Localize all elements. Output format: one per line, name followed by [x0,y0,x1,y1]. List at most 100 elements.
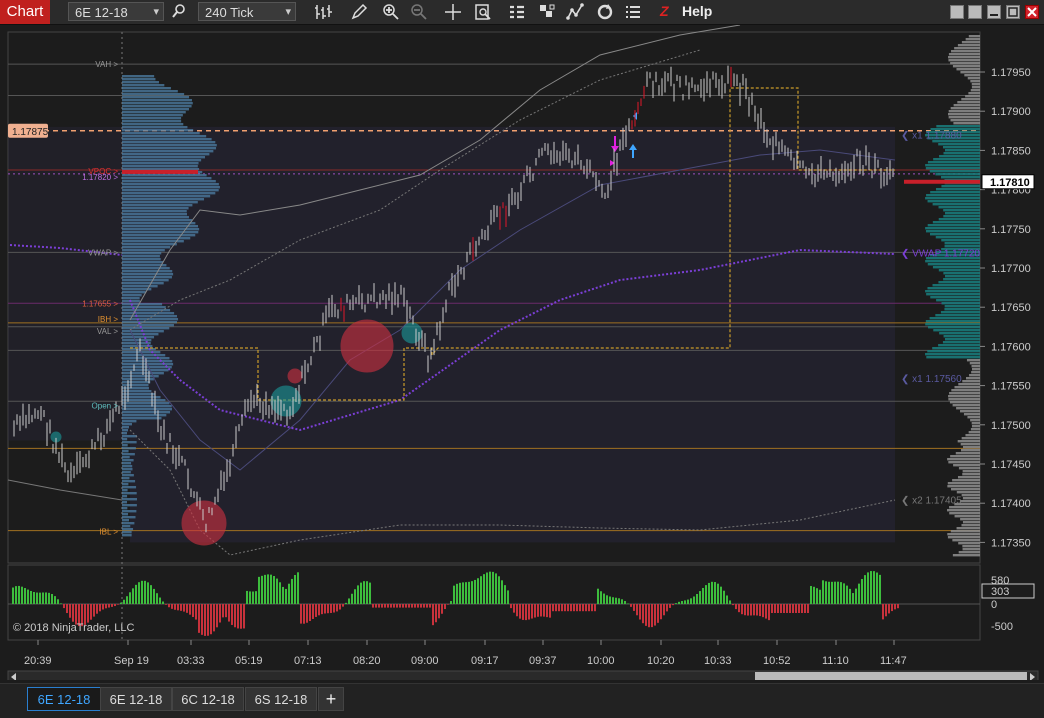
strategies-icon[interactable] [508,3,526,21]
volume-bar [537,604,539,617]
profile-row [928,263,980,265]
data-box-icon[interactable] [474,3,492,21]
volume-bar [513,604,515,613]
indicators-icon[interactable] [538,3,556,21]
volume-bar [444,604,446,609]
profile-row [961,449,980,451]
profile-row [947,509,980,511]
profile-row [954,47,980,49]
volume-bar [15,586,17,604]
tab-6e[interactable]: 6E 12-18 [100,687,172,711]
profile-row [122,489,128,491]
interval-value: 240 Tick [205,5,253,20]
properties-icon[interactable] [624,3,642,21]
profile-row [122,528,133,530]
profile-row [964,74,980,76]
profile-row [925,290,980,292]
profile-row [122,507,127,509]
profile-row [122,390,151,392]
profile-row [941,176,980,178]
volume-bar [510,604,512,608]
volume-bar [369,583,371,604]
profile-row [959,551,980,553]
chart-toolbar: Chart 6E 12-18 ▾ 240 Tick ▾ Z Help [0,0,1044,25]
volume-bar [375,604,377,608]
volume-bar [168,604,170,607]
window-restore-button[interactable] [950,5,964,19]
volume-bar [504,585,506,604]
volume-bar [96,604,98,614]
profile-row [944,308,980,310]
volume-bar [198,604,200,633]
reload-icon[interactable] [596,3,614,21]
profile-row [933,284,980,286]
volume-bar [633,604,635,611]
profile-row [122,483,128,485]
profile-row [122,87,171,89]
profile-row [122,312,174,314]
volume-bar [282,587,284,604]
magnifier-icon[interactable] [170,3,188,21]
add-tab-button[interactable]: + [318,687,344,711]
tab-6e-active[interactable]: 6E 12-18 [27,687,101,711]
profile-row [935,314,980,316]
chart-menu-button[interactable]: Chart [0,0,50,24]
profile-row [122,273,173,275]
volume-bar [834,582,836,604]
volume-bar [630,604,632,607]
tab-6c[interactable]: 6C 12-18 [172,687,244,711]
volume-bar [798,604,800,613]
drawing-tools-icon[interactable] [566,3,584,21]
bar-style-icon[interactable] [314,3,332,21]
profile-row [122,462,131,464]
profile-row [122,186,220,188]
volume-bar [774,604,776,613]
volume-bar [156,593,158,604]
volume-bar [711,582,713,604]
volume-bar [21,587,23,604]
profile-row [122,258,161,260]
volume-bar [597,589,599,604]
volume-bar [894,604,896,609]
crosshair-icon[interactable] [444,3,462,21]
profile-row [122,210,187,212]
profile-row [122,174,207,176]
profile-row [122,114,183,116]
profile-row [963,470,980,472]
minimize-button[interactable] [987,5,1001,19]
help-menu[interactable]: Help [682,3,712,19]
interval-selector[interactable]: 240 Tick ▾ [198,2,296,21]
close-button[interactable] [1025,5,1039,19]
volume-bar [696,594,698,604]
volume-bar [24,588,26,604]
volume-bar [612,597,614,604]
z-icon[interactable]: Z [660,3,669,19]
profile-row [122,297,140,299]
zoom-in-icon[interactable] [382,3,400,21]
profile-row [122,108,189,110]
volume-bar [279,582,281,604]
zoom-out-icon[interactable] [410,3,428,21]
profile-row [122,270,172,272]
pencil-icon[interactable] [350,3,368,21]
tab-6s[interactable]: 6S 12-18 [245,687,317,711]
price-tick-label: 1.17750 [991,224,1031,236]
volume-bar [246,591,248,604]
maximize-button[interactable] [1006,5,1020,19]
volume-bar [408,604,410,608]
profile-row [960,410,980,412]
profile-row [945,149,980,151]
volume-bar [249,591,251,604]
price-chart[interactable]: 1.179501.179001.178501.178001.177501.177… [0,25,1044,680]
profile-row [925,323,980,325]
window-settings-button[interactable] [968,5,982,19]
instrument-selector[interactable]: 6E 12-18 ▾ [68,2,164,21]
volume-bar [210,604,212,634]
volume-bar [477,578,479,604]
profile-row [964,413,980,415]
volume-bar [354,589,356,604]
volume-bar [576,604,578,611]
volume-bar [36,593,38,604]
profile-row [945,275,980,277]
volume-bar [399,604,401,608]
